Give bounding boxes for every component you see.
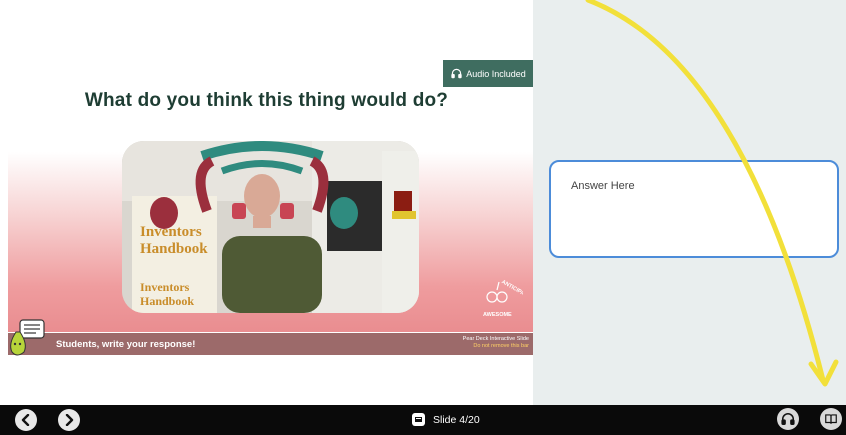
slide-deck-icon bbox=[412, 413, 425, 426]
slide-counter: Slide 4/20 bbox=[433, 413, 480, 426]
immersive-reader-icon bbox=[825, 414, 837, 424]
bottom-toolbar: Slide 4/20 bbox=[0, 405, 846, 435]
stamp-top-text: ANTICIPATE bbox=[500, 279, 523, 300]
audio-badge-label: Audio Included bbox=[466, 68, 526, 79]
headphones-icon bbox=[451, 68, 462, 79]
svg-text:Inventors: Inventors bbox=[140, 280, 190, 294]
response-prompt-text: Students, write your response! bbox=[56, 339, 196, 350]
stamp-bottom-text: AWESOME bbox=[483, 312, 512, 318]
peardeck-label: Pear Deck Interactive Slide Do not remov… bbox=[463, 336, 529, 350]
answer-input[interactable]: Answer Here bbox=[549, 160, 839, 258]
previous-slide-button[interactable] bbox=[15, 409, 37, 431]
response-prompt-bar: Students, write your response! Pear Deck… bbox=[8, 333, 533, 355]
peardeck-label-title: Pear Deck Interactive Slide bbox=[462, 336, 529, 342]
svg-text:Handbook: Handbook bbox=[140, 294, 194, 308]
slide-title: What do you think this thing would do? bbox=[84, 90, 449, 111]
chevron-right-icon bbox=[65, 414, 74, 426]
next-slide-button[interactable] bbox=[58, 409, 80, 431]
slide-indicator[interactable]: Slide 4/20 bbox=[412, 413, 480, 426]
anticipate-awesome-stamp: ANTICIPATE AWESOME bbox=[471, 268, 531, 320]
svg-text:Handbook: Handbook bbox=[140, 241, 208, 257]
audio-included-badge[interactable]: Audio Included bbox=[443, 60, 534, 87]
chevron-left-icon bbox=[21, 414, 30, 426]
inventor-photo: Inventors Handbook Inventors Handbook bbox=[122, 141, 419, 313]
pear-mascot-icon bbox=[6, 316, 48, 358]
headphones-icon bbox=[781, 413, 795, 426]
audio-playback-button[interactable] bbox=[777, 408, 799, 430]
slide-canvas: Audio Included What do you think this th… bbox=[0, 0, 534, 405]
answer-placeholder: Answer Here bbox=[571, 180, 635, 192]
immersive-reader-button[interactable] bbox=[820, 408, 842, 430]
peardeck-label-subtitle: Do not remove this bar bbox=[473, 343, 529, 349]
